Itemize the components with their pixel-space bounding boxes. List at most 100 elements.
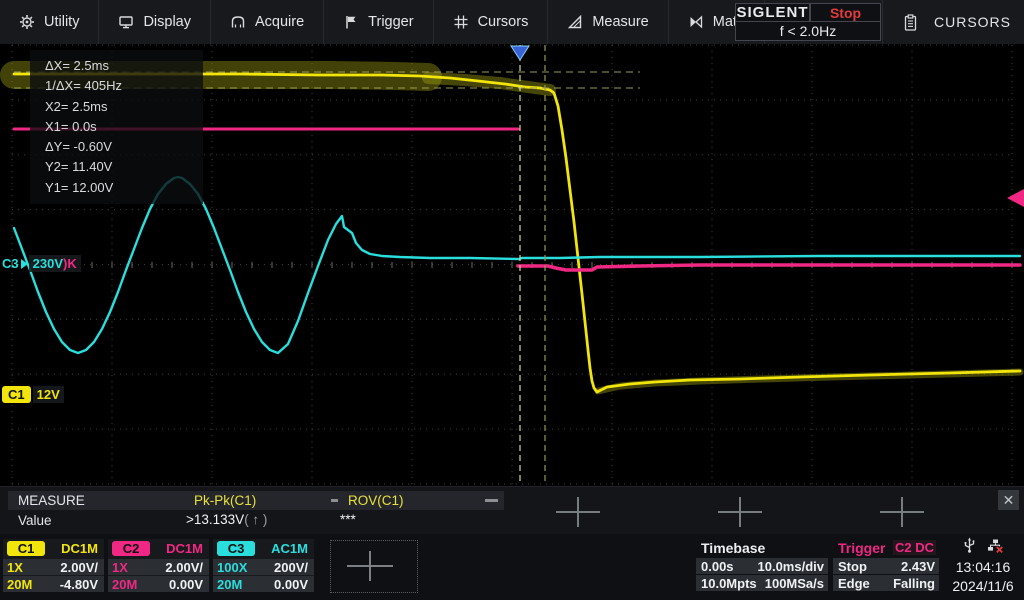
measure-bar: MEASURE Value Pk-Pk(C1) >13.133V( ↑ ) RO… <box>0 486 1024 535</box>
acquisition-status: Stop <box>810 3 881 22</box>
c2-scale: 2.00V/ <box>165 560 203 575</box>
c2-coupling: DC1M <box>166 541 203 556</box>
c3-badge: C3 <box>217 541 255 556</box>
cursor-delta-y: ΔY= -0.60V <box>45 137 203 157</box>
menu-measure[interactable]: Measure <box>548 0 668 44</box>
c2-offset: 0.00V <box>169 577 203 592</box>
cursors-grid-icon <box>453 14 469 30</box>
menu-trigger-label: Trigger <box>368 14 413 30</box>
add-measure-slot-icon[interactable] <box>556 497 600 527</box>
trigger-level-marker[interactable] <box>1007 189 1024 207</box>
timebase-delay: 0.00s <box>701 559 734 574</box>
timebase-title: Timebase <box>696 538 828 557</box>
c2-user-label-overlap: )K <box>63 256 77 271</box>
monitor-icon <box>118 14 134 30</box>
c3-attenuation: 100X <box>217 560 247 575</box>
c3-name: C3 <box>2 256 19 271</box>
gear-icon <box>19 14 35 30</box>
datetime-box: 13:04:16 2024/11/6 <box>944 536 1022 596</box>
measure-slot-pkpk-name: Pk-Pk(C1) <box>194 493 331 508</box>
channel-box-c1[interactable]: C1 DC1M 1X 2.00V/ 20M -4.80V <box>3 539 104 592</box>
top-menu-bar: Utility Display Acquire Trigger <box>0 0 1024 46</box>
c1-coupling: DC1M <box>61 541 98 556</box>
c1-scale: 2.00V/ <box>60 560 98 575</box>
trigger-delay-marker[interactable] <box>511 46 529 60</box>
measure-slot-rov[interactable]: ROV(C1) <box>338 491 504 510</box>
close-measure-bar-button[interactable]: ✕ <box>998 490 1019 510</box>
c1-attenuation: 1X <box>7 560 23 575</box>
clipboard-icon <box>902 14 918 30</box>
ruler-triangle-icon <box>567 14 583 30</box>
c1-offset: -4.80V <box>60 577 98 592</box>
c3-bandwidth: 20M <box>217 577 242 592</box>
cursor-x2: X2= 2.5ms <box>45 97 203 117</box>
menu-measure-label: Measure <box>592 14 648 30</box>
waveform-display: ΔX= 2.5ms 1/ΔX= 405Hz X2= 2.5ms X1= 0.0s… <box>0 44 1024 486</box>
usb-icon <box>962 537 977 559</box>
menu-display-label: Display <box>143 14 191 30</box>
remove-measure-icon[interactable] <box>485 499 498 502</box>
channel-box-c2[interactable]: C2 DC1M 1X 2.00V/ 20M 0.00V <box>108 539 209 592</box>
clock-time: 13:04:16 <box>956 558 1011 577</box>
waveform-c2-trace-post <box>518 265 1020 270</box>
cursor-delta-x: ΔX= 2.5ms <box>45 56 203 76</box>
trigger-level: 2.43V <box>901 559 935 574</box>
menu-display[interactable]: Display <box>99 0 211 44</box>
c3-position-arrow-icon <box>21 259 28 269</box>
acquire-icon <box>230 14 246 30</box>
menu-utility-label: Utility <box>44 14 79 30</box>
c3-offset: 0.00V <box>274 577 308 592</box>
timebase-box[interactable]: Timebase 0.00s 10.0ms/div 10.0Mpts 100MSa/… <box>696 538 828 594</box>
status-group: SIGLENT Stop f < 2.0Hz <box>735 3 881 41</box>
trigger-source: C2 DC <box>893 540 936 555</box>
trigger-type: Edge <box>838 576 870 591</box>
c1-user-label: 12V <box>33 386 64 403</box>
cursor-y1: Y1= 12.00V <box>45 178 203 198</box>
measure-title: MEASURE <box>8 491 188 510</box>
bottom-status-bar: C1 DC1M 1X 2.00V/ 20M -4.80V C2 DC1M 1X 2.00V… <box>0 534 1024 600</box>
cursor-x1: X1= 0.0s <box>45 117 203 137</box>
menu-utility[interactable]: Utility <box>0 0 99 44</box>
c3-user-label: 230V)K <box>29 255 81 272</box>
cursors-panel-label: CURSORS <box>934 14 1011 30</box>
measure-slot-rov-value: *** <box>340 512 356 527</box>
channel-c3-position-label[interactable]: C3 230V)K <box>2 255 81 272</box>
c2-badge: C2 <box>112 541 150 556</box>
network-disconnected-icon <box>987 538 1004 559</box>
measure-value-row-label: Value <box>18 513 52 528</box>
menu-trigger[interactable]: Trigger <box>324 0 433 44</box>
clock-date: 2024/11/6 <box>952 577 1013 596</box>
brand-logo: SIGLENT <box>735 3 810 22</box>
trigger-frequency-readout: f < 2.0Hz <box>735 22 881 41</box>
sample-rate: 100MSa/s <box>765 576 824 591</box>
channel-c1-position-label[interactable]: C1 12V <box>2 386 64 403</box>
add-channel-button[interactable] <box>330 540 418 593</box>
measure-slot-pkpk[interactable]: Pk-Pk(C1) <box>184 491 350 510</box>
trigger-box[interactable]: TriggerC2 DC Stop2.43V EdgeFalling <box>833 538 939 594</box>
measure-slot-pkpk-value: >13.133V( ↑ ) <box>186 512 267 527</box>
memory-depth: 10.0Mpts <box>701 576 757 591</box>
measure-slot-rov-name: ROV(C1) <box>348 493 485 508</box>
flag-icon <box>343 14 359 30</box>
add-measure-slot-icon[interactable] <box>718 497 762 527</box>
menu-acquire-label: Acquire <box>255 14 304 30</box>
timebase-scale: 10.0ms/div <box>758 559 825 574</box>
menu-acquire[interactable]: Acquire <box>211 0 324 44</box>
cursors-panel-button[interactable]: CURSORS <box>888 0 1024 44</box>
add-measure-slot-icon[interactable] <box>880 497 924 527</box>
oscilloscope-screen: Utility Display Acquire Trigger <box>0 0 1024 600</box>
menu-cursors-label: Cursors <box>478 14 529 30</box>
trigger-title: Trigger <box>838 540 885 556</box>
c3-scale: 200V/ <box>274 560 308 575</box>
channel-box-c3[interactable]: C3AC1M 100X200V/ 20M0.00V <box>213 539 314 592</box>
c2-attenuation: 1X <box>112 560 128 575</box>
math-butterfly-icon <box>688 14 704 30</box>
c1-badge: C1 <box>7 541 45 556</box>
menu-cursors[interactable]: Cursors <box>434 0 549 44</box>
cursor-y2: Y2= 11.40V <box>45 157 203 177</box>
c2-bandwidth: 20M <box>112 577 137 592</box>
c1-name-badge: C1 <box>2 386 31 403</box>
cursor-readout-box: ΔX= 2.5ms 1/ΔX= 405Hz X2= 2.5ms X1= 0.0s… <box>30 50 203 204</box>
trigger-slope: Falling <box>893 576 935 591</box>
c1-bandwidth: 20M <box>7 577 32 592</box>
